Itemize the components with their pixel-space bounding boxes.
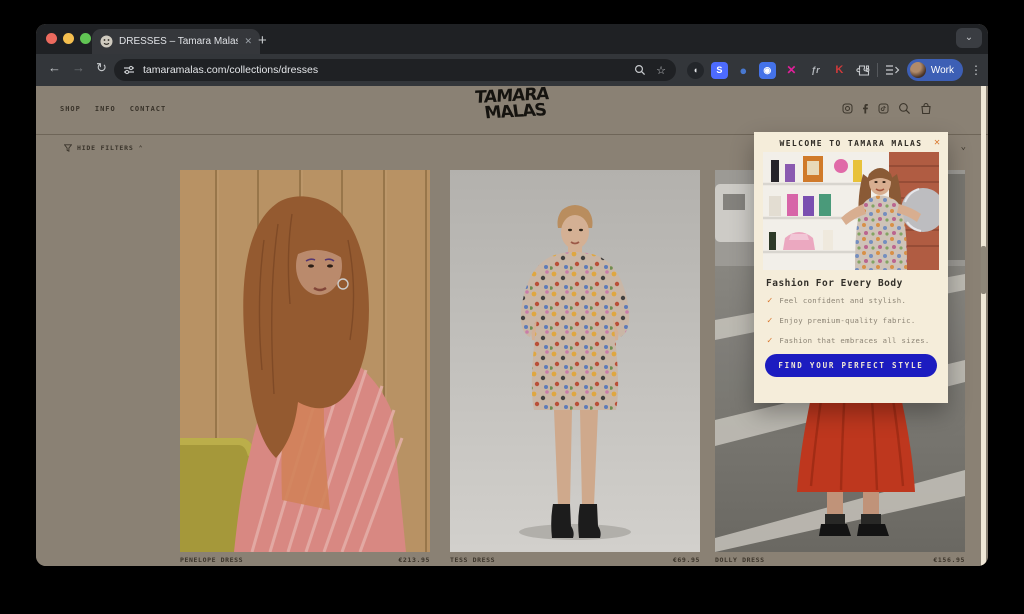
back-button[interactable]: ← [48, 60, 61, 75]
header-icons [842, 102, 932, 115]
forward-button[interactable]: → [72, 60, 85, 75]
nav-contact-link[interactable]: CONTACT [130, 105, 167, 113]
nav-info-link[interactable]: INFO [95, 105, 116, 113]
toolbar-divider [877, 63, 878, 77]
product-price: €69.95 [673, 556, 700, 564]
search-icon[interactable] [898, 102, 911, 115]
product-name[interactable]: DOLLY DRESS [715, 556, 765, 564]
scrollbar-thumb[interactable] [981, 246, 986, 294]
instagram-icon[interactable] [842, 103, 853, 114]
product-row-tess[interactable]: TESS DRESS €69.95 [450, 556, 700, 564]
site-settings-icon[interactable] [123, 64, 135, 76]
extension-icon[interactable]: K [831, 62, 848, 79]
zoom-window-button[interactable] [80, 33, 91, 44]
filter-funnel-icon [64, 144, 72, 152]
product-image-tess[interactable] [450, 170, 700, 552]
browser-toolbar: ← → ↻ tamaramalas.com/collections/dresse… [36, 54, 988, 86]
side-panel-icon[interactable] [885, 63, 900, 77]
sort-chevron-icon[interactable]: ⌄ [961, 142, 966, 152]
reload-button[interactable]: ↻ [96, 60, 107, 76]
site-nav: SHOP INFO CONTACT [60, 105, 166, 113]
check-icon: ✓ [767, 316, 772, 326]
toolbar-right-group: ◖ S ● ◉ ✕ ƒr K Work [687, 58, 982, 82]
search-icon[interactable] [634, 64, 646, 76]
popup-title: WELCOME TO TAMARA MALAS [754, 139, 948, 148]
find-style-button[interactable]: FIND YOUR PERFECT STYLE [765, 354, 937, 377]
bookmark-star-icon[interactable]: ☆ [656, 64, 666, 77]
extensions-puzzle-icon[interactable] [855, 63, 870, 78]
tiktok-icon[interactable] [878, 103, 889, 114]
tab-close-icon[interactable]: ✕ [244, 36, 252, 47]
tab-strip: DRESSES – Tamara Malas ✕ + ⌄ [36, 24, 988, 54]
site-logo[interactable]: TAMARA MALAS [474, 87, 549, 122]
extension-icon[interactable]: ◖ [687, 62, 704, 79]
check-text: Feel confident and stylish. [779, 296, 906, 305]
minimize-window-button[interactable] [63, 33, 74, 44]
close-window-button[interactable] [46, 33, 57, 44]
cart-bag-icon[interactable] [920, 102, 932, 115]
product-price: €213.95 [398, 556, 430, 564]
url-text[interactable]: tamaramalas.com/collections/dresses [143, 64, 634, 76]
webpage: SHOP INFO CONTACT TAMARA MALAS [36, 86, 988, 566]
popup-close-icon[interactable]: ✕ [934, 137, 940, 148]
browser-tab[interactable]: DRESSES – Tamara Malas ✕ [92, 29, 260, 54]
extension-icon[interactable]: ✕ [783, 62, 800, 79]
profile-label: Work [931, 65, 954, 76]
extension-icon[interactable]: S [711, 62, 728, 79]
avatar [910, 62, 926, 78]
facebook-icon[interactable] [862, 103, 869, 114]
popup-photo [763, 152, 939, 270]
profile-button[interactable]: Work [907, 59, 963, 81]
tab-title: DRESSES – Tamara Malas [119, 36, 238, 47]
extension-icon[interactable]: ◉ [759, 62, 776, 79]
extension-icon[interactable]: ● [735, 62, 752, 79]
scrollbar-track[interactable] [981, 86, 986, 566]
tab-favicon [100, 35, 113, 48]
find-style-button-label: FIND YOUR PERFECT STYLE [778, 361, 923, 370]
popup-check-item: ✓ Enjoy premium-quality fabric. [767, 316, 916, 326]
logo-line2: MALAS [477, 103, 553, 122]
popup-check-item: ✓ Fashion that embraces all sizes. [767, 336, 930, 346]
product-row-dolly[interactable]: DOLLY DRESS €156.95 [715, 556, 965, 564]
product-price: €156.95 [933, 556, 965, 564]
check-text: Fashion that embraces all sizes. [779, 336, 929, 345]
check-icon: ✓ [767, 336, 772, 346]
address-bar[interactable]: tamaramalas.com/collections/dresses ☆ [114, 59, 676, 81]
nav-shop-link[interactable]: SHOP [60, 105, 81, 113]
product-image-penelope[interactable] [180, 170, 430, 552]
check-icon: ✓ [767, 296, 772, 306]
filters-caret-icon: ⌃ [139, 144, 144, 152]
product-row-penelope[interactable]: PENELOPE DRESS €213.95 [180, 556, 430, 564]
product-name[interactable]: PENELOPE DRESS [180, 556, 243, 564]
hide-filters-label: HIDE FILTERS [77, 144, 134, 152]
hide-filters-button[interactable]: HIDE FILTERS ⌃ [64, 144, 143, 152]
popup-heading: Fashion For Every Body [766, 278, 903, 289]
product-name[interactable]: TESS DRESS [450, 556, 495, 564]
new-tab-button[interactable]: + [258, 29, 267, 53]
popup-check-item: ✓ Feel confident and stylish. [767, 296, 906, 306]
site-header: SHOP INFO CONTACT TAMARA MALAS [36, 86, 988, 135]
screenshot: DRESSES – Tamara Malas ✕ + ⌄ ← → ↻ tamar… [0, 0, 1024, 614]
browser-menu-icon[interactable]: ⋮ [970, 63, 982, 77]
check-text: Enjoy premium-quality fabric. [779, 316, 915, 325]
welcome-popup: WELCOME TO TAMARA MALAS ✕ [754, 132, 948, 403]
extension-icon[interactable]: ƒr [807, 62, 824, 79]
browser-window: DRESSES – Tamara Malas ✕ + ⌄ ← → ↻ tamar… [36, 24, 988, 566]
tab-search-chevron-icon[interactable]: ⌄ [956, 28, 982, 48]
